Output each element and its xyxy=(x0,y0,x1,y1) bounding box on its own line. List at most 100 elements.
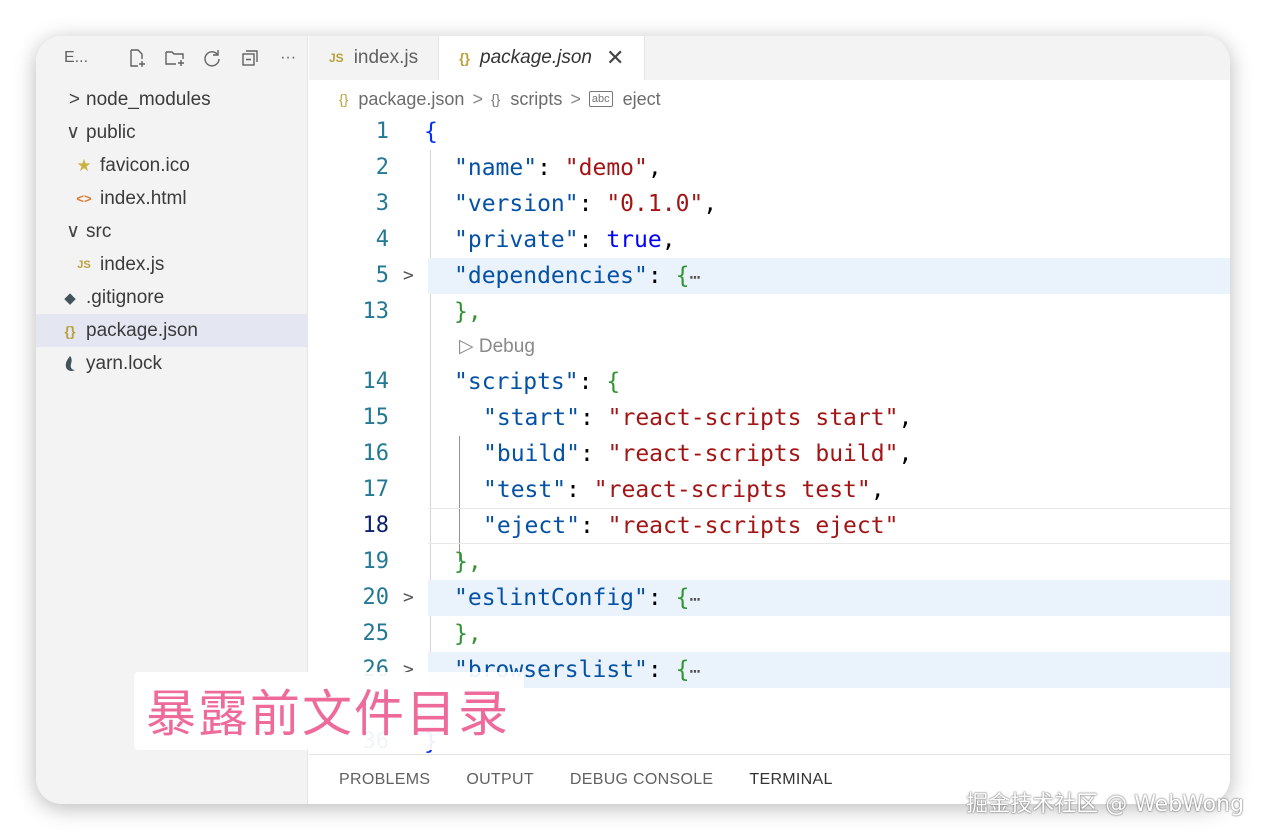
refresh-icon[interactable] xyxy=(193,36,231,80)
tree-item-gitignore[interactable]: ◆ .gitignore xyxy=(36,281,308,314)
code-text: "test": "react-scripts test", xyxy=(483,472,885,508)
line-number: 14 xyxy=(362,369,390,394)
json-key: "eslintConfig" xyxy=(454,585,648,611)
json-key: "version" xyxy=(454,191,579,217)
colon: : xyxy=(578,191,607,217)
code-text: "version": "0.1.0", xyxy=(454,186,717,222)
chevron-right-icon: > xyxy=(68,88,80,110)
code-line-current: 18 "eject": "react-scripts eject" xyxy=(309,508,1230,544)
code-editor[interactable]: 1 { 2 "name": "demo", 3 "version": "0.1.… xyxy=(309,114,1230,754)
watermark: 掘金技术社区 @ WebWong xyxy=(966,792,1244,817)
code-text: }, xyxy=(454,299,482,325)
html-file-icon: <> xyxy=(76,191,92,206)
tab-debug-console[interactable]: DEBUG CONSOLE xyxy=(570,771,714,789)
tree-item-label: package.json xyxy=(86,319,198,341)
more-icon[interactable]: ··· xyxy=(269,36,307,80)
line-number: 18 xyxy=(362,513,390,538)
line-number: 1 xyxy=(375,119,389,144)
tree-item-src[interactable]: ∨ src xyxy=(36,215,308,248)
code-text: "eslintConfig": {⋯ xyxy=(454,580,700,618)
line-number: 3 xyxy=(375,191,389,216)
string-icon: abc xyxy=(588,91,613,107)
tree-item-label: node_modules xyxy=(86,88,211,110)
code-line: 4 "private": true, xyxy=(309,222,1230,258)
folded-ellipsis[interactable]: ⋯ xyxy=(689,661,700,682)
json-key: "test" xyxy=(483,477,567,503)
code-text: "name": "demo", xyxy=(454,150,662,186)
folded-ellipsis[interactable]: ⋯ xyxy=(689,589,700,610)
breadcrumb-item[interactable]: package.json xyxy=(358,89,464,110)
code-text: "dependencies": {⋯ xyxy=(454,258,700,296)
breadcrumb: {} package.json > {} scripts > abc eject xyxy=(309,84,661,114)
brace: { xyxy=(675,585,690,611)
line-number: 16 xyxy=(362,441,390,466)
json-file-icon: {} xyxy=(64,322,76,339)
comma: , xyxy=(898,405,913,431)
json-string: "react-scripts eject" xyxy=(607,513,899,539)
line-number: 17 xyxy=(362,477,390,502)
comma: , xyxy=(898,441,913,467)
debug-codelens[interactable]: ▷ Debug xyxy=(459,332,535,362)
tab-label: index.js xyxy=(353,47,419,68)
colon: : xyxy=(578,227,607,253)
json-string: "demo" xyxy=(564,155,648,181)
code-line: 2 "name": "demo", xyxy=(309,150,1230,186)
collapse-all-icon[interactable] xyxy=(231,36,269,80)
line-number: 19 xyxy=(362,549,390,574)
tree-item-label: index.js xyxy=(100,253,165,275)
new-file-icon[interactable] xyxy=(118,36,156,80)
js-file-icon: JS xyxy=(329,51,344,65)
code-text: { xyxy=(424,114,438,150)
tree-item-node-modules[interactable]: > node_modules xyxy=(36,83,308,116)
tree-item-package-json[interactable]: {} package.json xyxy=(36,314,308,347)
json-string: "react-scripts start" xyxy=(607,405,899,431)
tab-index-js[interactable]: JS index.js xyxy=(309,36,440,80)
fold-chevron-icon[interactable]: > xyxy=(403,580,414,616)
line-number: 4 xyxy=(375,227,389,252)
line-number: 5 xyxy=(375,263,389,288)
tab-problems[interactable]: PROBLEMS xyxy=(339,771,430,789)
folded-ellipsis[interactable]: ⋯ xyxy=(689,267,700,288)
tree-item-label: .gitignore xyxy=(86,286,165,308)
tab-label: package.json xyxy=(480,47,592,68)
json-key: "eject" xyxy=(483,513,580,539)
colon: : xyxy=(647,657,676,683)
tree-item-index-js[interactable]: JS index.js xyxy=(36,248,308,281)
tree-item-label: favicon.ico xyxy=(100,154,190,176)
explorer-title: E... xyxy=(64,49,89,66)
json-key: "dependencies" xyxy=(454,263,648,289)
fold-chevron-icon[interactable]: > xyxy=(403,258,414,294)
code-text: }, xyxy=(454,549,482,575)
code-line: 17 "test": "react-scripts test", xyxy=(309,472,1230,508)
code-line-folded: 5 > "dependencies": {⋯ xyxy=(309,258,1230,294)
tab-package-json[interactable]: {} package.json ✕ xyxy=(439,36,646,80)
line-number: 15 xyxy=(362,405,390,430)
breadcrumb-item[interactable]: scripts xyxy=(510,89,562,110)
json-key: "private" xyxy=(454,227,579,253)
comma: , xyxy=(870,477,885,503)
json-key: "name" xyxy=(454,155,538,181)
tree-item-favicon[interactable]: ★ favicon.ico xyxy=(36,149,308,182)
json-string: "react-scripts test" xyxy=(593,477,871,503)
tab-output[interactable]: OUTPUT xyxy=(466,771,534,789)
explorer-toolbar: E... ··· xyxy=(36,36,307,80)
tab-terminal[interactable]: TERMINAL xyxy=(749,771,832,789)
json-string: "react-scripts build" xyxy=(607,441,899,467)
code-line: 14 "scripts": { xyxy=(309,364,1230,400)
close-icon[interactable]: ✕ xyxy=(606,45,624,71)
code-line: 19 }, xyxy=(309,544,1230,580)
tree-item-yarn-lock[interactable]: yarn.lock xyxy=(36,347,308,380)
tree-item-public[interactable]: ∨ public xyxy=(36,116,308,149)
new-folder-icon[interactable] xyxy=(156,36,194,80)
video-caption: 暴露前文件目录 xyxy=(134,672,524,750)
line-number: 25 xyxy=(362,621,390,646)
code-line: 16 "build": "react-scripts build", xyxy=(309,436,1230,472)
chevron-down-icon: ∨ xyxy=(66,221,80,242)
json-file-icon: {} xyxy=(339,91,349,107)
breadcrumb-item[interactable]: eject xyxy=(623,89,661,110)
yarn-file-icon xyxy=(56,355,84,373)
line-number: 13 xyxy=(362,299,390,324)
colon: : xyxy=(566,477,594,503)
json-key: "build" xyxy=(483,441,580,467)
tree-item-index-html[interactable]: <> index.html xyxy=(36,182,308,215)
